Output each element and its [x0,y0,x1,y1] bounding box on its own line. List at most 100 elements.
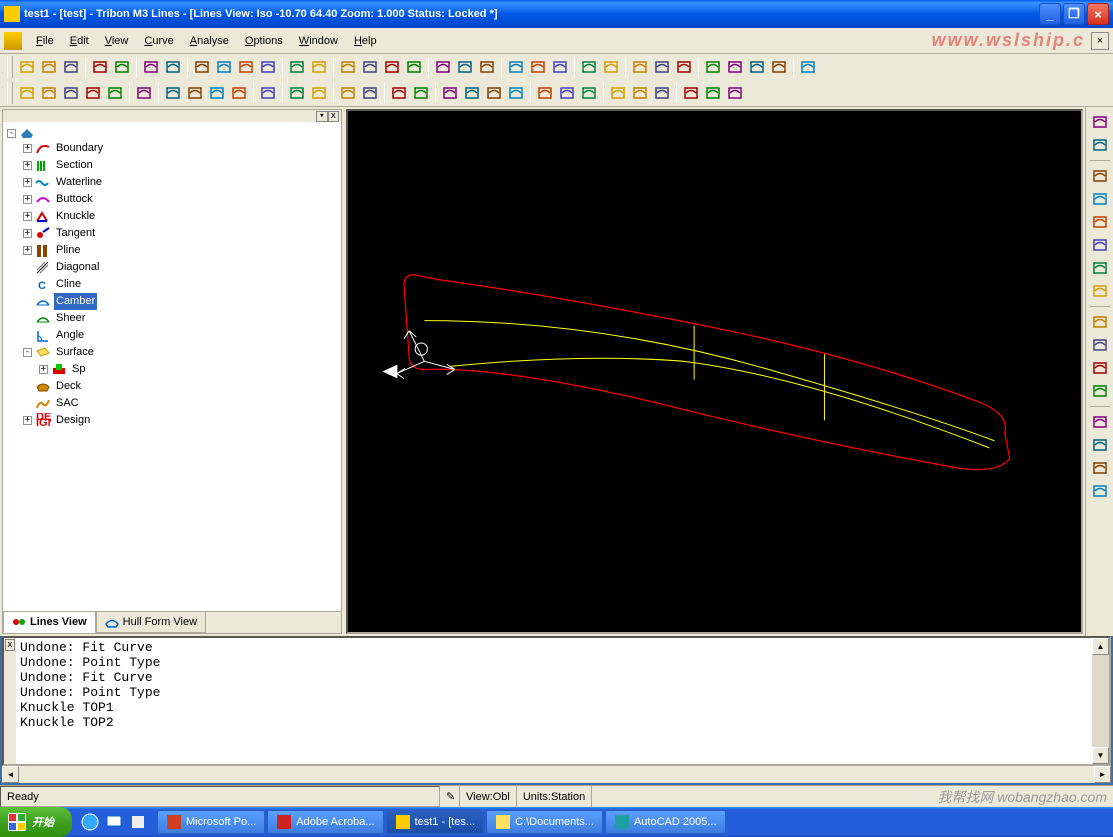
command-scrollbar-v[interactable]: ▲ ▼ [1092,638,1109,764]
tb2-btn-11[interactable] [286,82,308,104]
ql-ie-icon[interactable] [80,812,100,832]
menu-edit[interactable]: Edit [62,32,97,50]
menu-options[interactable]: Options [237,32,291,50]
right-tool-14[interactable] [1089,457,1111,479]
expand-box[interactable]: + [23,144,32,153]
task-item[interactable]: test1 - [tes... [386,810,485,834]
tb1-btn-26[interactable] [651,56,673,78]
tb2-btn-25[interactable] [629,82,651,104]
tb1-btn-22[interactable] [549,56,571,78]
tree-item-pline[interactable]: +Pline [5,242,339,259]
tb1-btn-32[interactable] [797,56,819,78]
tb1-btn-4[interactable] [111,56,133,78]
right-tool-2[interactable] [1089,165,1111,187]
command-scrollbar-h[interactable]: ◄ ► [2,766,1111,783]
tree-item-cline[interactable]: CCline [5,276,339,293]
tb2-btn-3[interactable] [82,82,104,104]
tb2-btn-21[interactable] [534,82,556,104]
expand-box[interactable]: + [23,246,32,255]
tb1-btn-5[interactable] [140,56,162,78]
tb1-btn-23[interactable] [578,56,600,78]
tb1-btn-7[interactable] [191,56,213,78]
tree-item-buttock[interactable]: +Buttock [5,191,339,208]
tb2-btn-0[interactable] [16,82,38,104]
tree-item-tangent[interactable]: +Tangent [5,225,339,242]
tree-close-x[interactable]: x [328,111,339,122]
right-tool-7[interactable] [1089,280,1111,302]
tb1-btn-9[interactable] [235,56,257,78]
expand-box[interactable]: + [23,161,32,170]
tb1-btn-0[interactable] [16,56,38,78]
tb2-btn-13[interactable] [337,82,359,104]
close-button[interactable]: × [1087,3,1109,25]
tb1-btn-18[interactable] [454,56,476,78]
right-tool-4[interactable] [1089,211,1111,233]
command-output[interactable]: Undone: Fit Curve Undone: Point Type Und… [16,638,1092,764]
tree-item-diagonal[interactable]: Diagonal [5,259,339,276]
task-item[interactable]: C:\Documents... [486,810,603,834]
ql-desktop-icon[interactable] [104,812,124,832]
expand-box[interactable]: + [23,229,32,238]
tb1-btn-16[interactable] [403,56,425,78]
tb1-btn-27[interactable] [673,56,695,78]
tree-item-boundary[interactable]: +Boundary [5,140,339,157]
tb2-btn-7[interactable] [184,82,206,104]
right-tool-11[interactable] [1089,380,1111,402]
tb1-btn-19[interactable] [476,56,498,78]
tb2-btn-26[interactable] [651,82,673,104]
tree-item-sac[interactable]: SAC [5,395,339,412]
right-tool-10[interactable] [1089,357,1111,379]
scroll-up-button[interactable]: ▲ [1092,638,1109,655]
mdi-close-button[interactable]: × [1091,32,1109,50]
tb2-btn-16[interactable] [410,82,432,104]
tb2-btn-22[interactable] [556,82,578,104]
right-tool-0[interactable] [1089,111,1111,133]
tb2-btn-20[interactable] [505,82,527,104]
tree-item-camber[interactable]: Camber [5,293,339,310]
tb2-btn-29[interactable] [724,82,746,104]
tree-item-waterline[interactable]: +Waterline [5,174,339,191]
viewport-3d[interactable] [346,109,1083,634]
expand-box[interactable]: + [39,365,48,374]
tab-lines-view[interactable]: Lines View [3,612,96,633]
tab-hull-form-view[interactable]: Hull Form View [96,612,206,633]
right-tool-6[interactable] [1089,257,1111,279]
tb1-btn-28[interactable] [702,56,724,78]
tb2-btn-4[interactable] [104,82,126,104]
tb2-btn-24[interactable] [607,82,629,104]
tb2-btn-17[interactable] [439,82,461,104]
right-tool-1[interactable] [1089,134,1111,156]
tb2-btn-23[interactable] [578,82,600,104]
right-tool-8[interactable] [1089,311,1111,333]
tb2-btn-28[interactable] [702,82,724,104]
tb1-btn-3[interactable] [89,56,111,78]
tb2-btn-9[interactable] [228,82,250,104]
right-tool-9[interactable] [1089,334,1111,356]
tb2-btn-2[interactable] [60,82,82,104]
menu-window[interactable]: Window [291,32,346,50]
tb1-btn-13[interactable] [337,56,359,78]
expand-box[interactable]: + [23,178,32,187]
tb1-btn-25[interactable] [629,56,651,78]
tb1-btn-29[interactable] [724,56,746,78]
tb1-btn-21[interactable] [527,56,549,78]
tb2-btn-10[interactable] [257,82,279,104]
tree-item-design[interactable]: +DESIGNDesign [5,412,339,429]
expand-box[interactable]: + [23,212,32,221]
tb2-btn-6[interactable] [162,82,184,104]
tb1-btn-20[interactable] [505,56,527,78]
tb1-btn-10[interactable] [257,56,279,78]
minimize-button[interactable]: _ [1039,3,1061,25]
tb2-btn-1[interactable] [38,82,60,104]
tb2-btn-8[interactable] [206,82,228,104]
tb1-btn-30[interactable] [746,56,768,78]
tree-item-section[interactable]: +Section [5,157,339,174]
right-tool-15[interactable] [1089,480,1111,502]
tb1-btn-12[interactable] [308,56,330,78]
tree-item-sp[interactable]: +Sp [5,361,339,378]
tb2-btn-19[interactable] [483,82,505,104]
menu-curve[interactable]: Curve [136,32,181,50]
tree-close-button[interactable]: ▾ [316,111,327,122]
maximize-button[interactable]: ❐ [1063,3,1085,25]
tb2-btn-5[interactable] [133,82,155,104]
